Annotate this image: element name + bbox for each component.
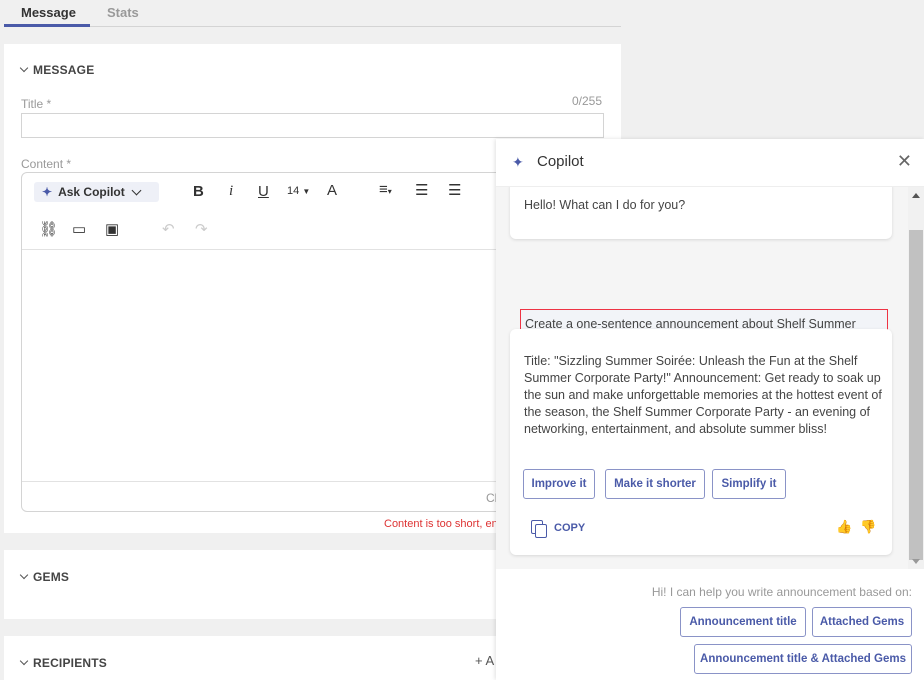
suggestion-attached-gems[interactable]: Attached Gems <box>812 607 912 637</box>
sparkle-icon: ✦ <box>512 154 524 170</box>
video-icon[interactable]: ▭ <box>72 220 86 238</box>
title-label: Title * <box>21 97 52 111</box>
image-icon[interactable]: ▣ <box>105 220 119 238</box>
close-icon[interactable]: ✕ <box>897 151 912 172</box>
font-size-select[interactable]: 14 ▼ <box>287 185 310 197</box>
ask-copilot-label: Ask Copilot <box>58 185 125 199</box>
content-error: Content is too short, en <box>384 518 498 530</box>
tab-message[interactable]: Message <box>21 5 76 20</box>
gems-section-toggle[interactable]: GEMS <box>19 570 70 584</box>
underline-icon[interactable]: U <box>258 183 269 200</box>
title-char-counter: 0/255 <box>572 94 603 108</box>
scroll-up-icon[interactable] <box>912 193 920 198</box>
copilot-scrollbar[interactable] <box>908 187 924 569</box>
chevron-down-icon <box>19 656 29 666</box>
chevron-down-icon <box>19 63 29 73</box>
gems-section-heading: GEMS <box>33 570 70 584</box>
redo-icon[interactable]: ↷ <box>195 220 208 238</box>
add-recipient-button[interactable]: + A <box>475 653 494 668</box>
ordered-list-icon[interactable]: ☰ <box>415 181 428 199</box>
content-label: Content * <box>21 157 72 171</box>
bold-icon[interactable]: B <box>193 183 204 200</box>
suggestion-title-and-gems[interactable]: Announcement title & Attached Gems <box>694 644 912 674</box>
tab-bar: Message Stats <box>4 0 621 27</box>
greeting-message: Hello! What can I do for you? <box>510 187 892 239</box>
message-section-heading: MESSAGE <box>33 63 95 77</box>
copilot-panel: ✦ Copilot ✕ Hello! What can I do for you… <box>496 139 924 680</box>
bullet-list-icon[interactable]: ☰ <box>448 181 461 199</box>
caret-down-icon: ▼ <box>302 187 311 196</box>
text-color-icon[interactable]: A <box>327 182 337 199</box>
copilot-chat-area[interactable]: Hello! What can I do for you? Create a o… <box>496 187 924 569</box>
ask-copilot-button[interactable]: ✦ Ask Copilot <box>34 182 159 202</box>
copilot-help-text: Hi! I can help you write announcement ba… <box>651 585 912 599</box>
recipients-section-toggle[interactable]: RECIPIENTS <box>19 656 108 670</box>
tab-stats[interactable]: Stats <box>107 5 139 20</box>
chevron-down-icon <box>131 185 142 195</box>
font-size-value: 14 <box>287 185 300 197</box>
improve-it-button[interactable]: Improve it <box>523 469 595 499</box>
scroll-thumb[interactable] <box>909 230 923 560</box>
make-it-shorter-button[interactable]: Make it shorter <box>605 469 705 499</box>
undo-icon[interactable]: ↶ <box>162 220 175 238</box>
scroll-down-icon[interactable] <box>912 559 920 564</box>
simplify-it-button[interactable]: Simplify it <box>712 469 786 499</box>
copilot-title: Copilot <box>537 153 584 170</box>
italic-icon[interactable]: i <box>229 183 233 200</box>
title-input[interactable] <box>21 113 604 138</box>
suggestion-announcement-title[interactable]: Announcement title <box>680 607 806 637</box>
sparkle-icon: ✦ <box>42 185 53 199</box>
thumbs-up-icon[interactable]: 👍 <box>836 519 852 535</box>
thumbs-down-icon[interactable]: 👎 <box>860 519 876 535</box>
response-text: Title: "Sizzling Summer Soirée: Unleash … <box>524 354 882 436</box>
chevron-down-icon <box>19 570 29 580</box>
copy-icon <box>531 520 547 538</box>
align-icon[interactable]: ≡▾ <box>379 181 392 198</box>
greeting-text: Hello! What can I do for you? <box>524 198 686 212</box>
active-tab-indicator <box>4 24 90 27</box>
link-icon[interactable]: ⛓ <box>39 220 58 238</box>
copilot-header: ✦ Copilot ✕ <box>496 139 924 187</box>
message-section-toggle[interactable]: MESSAGE <box>19 63 95 77</box>
copy-label: COPY <box>554 522 586 534</box>
recipients-section-heading: RECIPIENTS <box>33 656 108 670</box>
